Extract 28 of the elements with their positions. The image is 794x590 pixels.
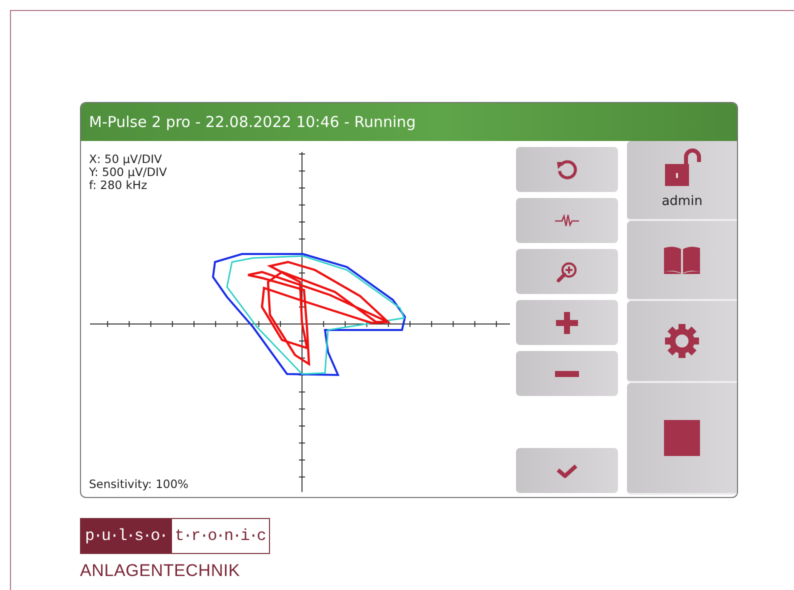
manual-button[interactable] xyxy=(627,221,737,301)
book-icon xyxy=(663,246,702,274)
stop-button[interactable] xyxy=(627,383,737,495)
logo-text: t·r·o·n·i·c xyxy=(174,526,266,547)
minus-icon xyxy=(555,370,580,376)
plus-icon xyxy=(556,312,578,334)
plus-button[interactable] xyxy=(516,300,618,345)
logo-subtitle: ANLAGENTECHNIK xyxy=(80,560,242,582)
window-title: M-Pulse 2 pro - 22.08.2022 10:46 - Running xyxy=(89,112,416,133)
pulse-icon xyxy=(555,214,580,228)
zoom-in-icon xyxy=(556,260,578,282)
settings-icon xyxy=(664,323,700,359)
scale-label: Y: 500 µV/DIV xyxy=(89,166,167,179)
user-button[interactable]: admin xyxy=(627,141,737,221)
check-icon xyxy=(556,464,578,478)
stop-icon xyxy=(664,420,700,456)
logo-text: p·u·l·s·o· xyxy=(81,519,172,553)
minus-button[interactable] xyxy=(516,351,618,396)
scale-label: X: 50 µV/DIV xyxy=(89,153,163,166)
user-label: admin xyxy=(662,193,702,212)
sensitivity-label: Sensitivity: 100% xyxy=(89,478,188,491)
settings-button[interactable] xyxy=(627,301,737,383)
zoom-in-button[interactable] xyxy=(516,249,618,294)
confirm-button[interactable] xyxy=(516,448,618,493)
reset-icon xyxy=(556,158,578,180)
unlocked-padlock-icon xyxy=(663,148,702,188)
scale-label: f: 280 kHz xyxy=(89,179,148,192)
reset-button[interactable] xyxy=(516,147,618,192)
